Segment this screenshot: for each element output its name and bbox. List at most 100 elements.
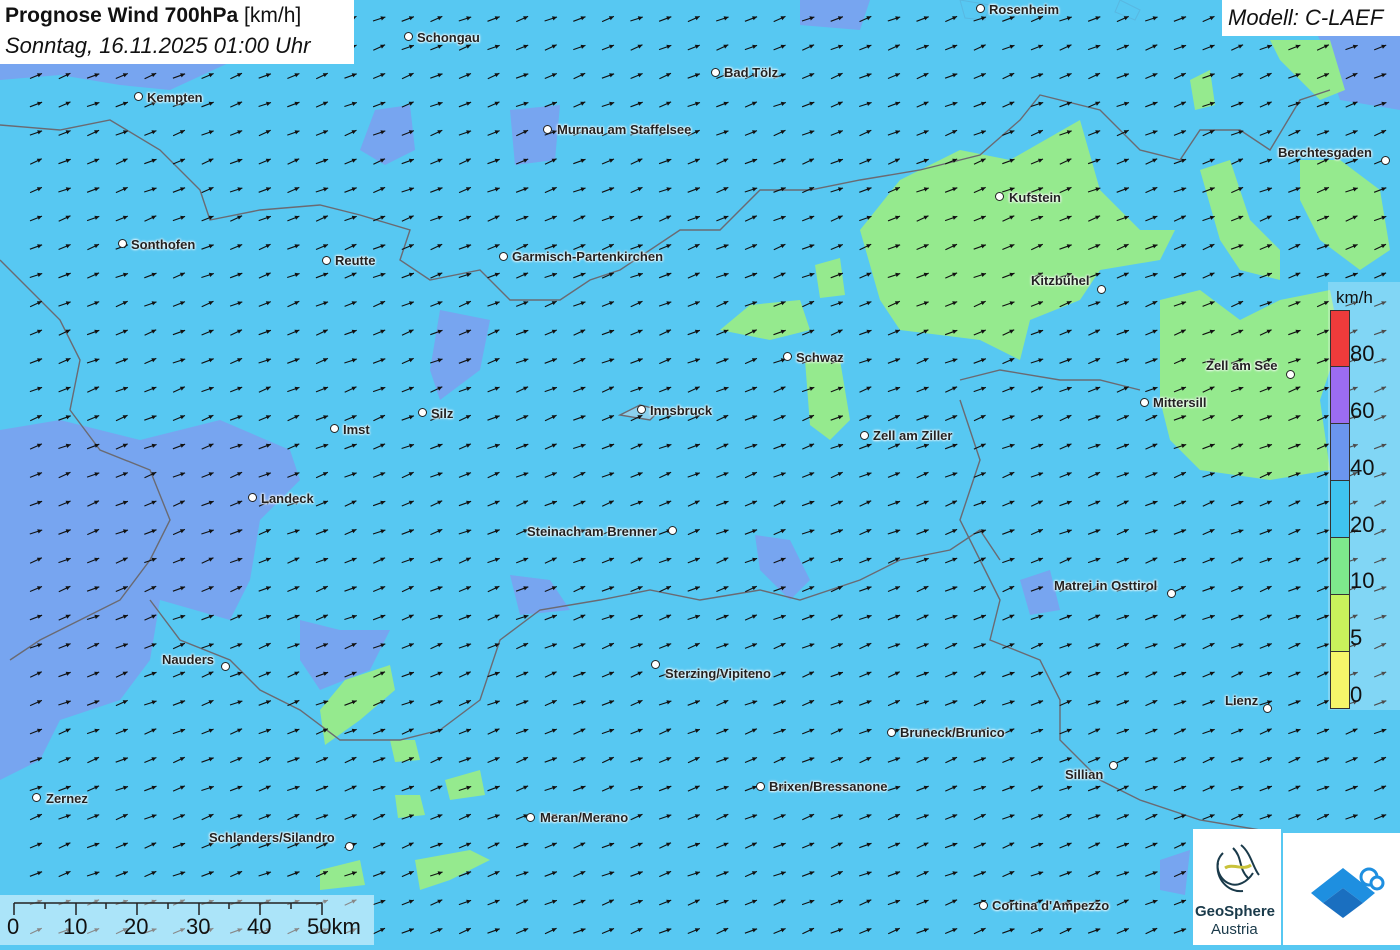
forecast-datetime: Sonntag, 16.11.2025 01:00 Uhr — [5, 33, 311, 58]
city-label: Meran/Merano — [540, 810, 629, 825]
legend-swatch — [1330, 367, 1350, 424]
geosphere-logo-icon — [1216, 844, 1260, 893]
city-label: Imst — [343, 422, 370, 437]
scale-label: 30 — [186, 914, 211, 939]
city-label: Nauders — [162, 652, 215, 667]
city-label: Steinach am Brenner — [527, 524, 658, 539]
scale-label: 0 — [7, 914, 20, 939]
geosphere-logo-line1: GeoSphere — [1195, 903, 1276, 920]
model-box: Modell: C-LAEF — [1222, 0, 1400, 36]
city-marker — [651, 660, 660, 669]
city-label: Sillian — [1065, 767, 1104, 782]
legend-swatch — [1330, 538, 1350, 595]
legend-unit: km/h — [1336, 288, 1373, 307]
city-label: Zell am Ziller — [873, 428, 953, 443]
legend-swatch — [1330, 310, 1350, 367]
scale-label: 50km — [307, 914, 361, 939]
city-marker — [783, 352, 792, 361]
wind-map[interactable]: Rosenheim Schongau Bad Tölz Kempten Murn… — [0, 0, 1400, 945]
city-marker — [979, 901, 988, 910]
map-background — [0, 0, 1400, 945]
city-marker — [1381, 156, 1390, 165]
city-marker — [32, 793, 41, 802]
city-label: Brixen/Bressanone — [769, 779, 888, 794]
city-label: Matrei in Osttirol — [1054, 578, 1158, 593]
legend-label: 10 — [1350, 568, 1375, 593]
color-legend: km/h 80 60 40 20 10 5 0 — [1328, 282, 1400, 710]
map-title-main: Prognose Wind 700hPa — [5, 4, 239, 27]
city-label: Zernez — [46, 791, 88, 806]
legend-label: 40 — [1350, 455, 1375, 480]
city-marker — [248, 493, 257, 502]
city-label: Schwaz — [796, 350, 844, 365]
geosphere-logo[interactable]: GeoSphere Austria — [1193, 829, 1281, 945]
city-label: Reutte — [335, 253, 376, 268]
city-marker — [322, 256, 331, 265]
legend-colorbar — [1330, 310, 1350, 709]
city-label: Kempten — [147, 90, 203, 105]
city-label: Garmisch-Partenkirchen — [512, 249, 664, 264]
city-marker — [134, 92, 143, 101]
city-label: Mittersill — [1153, 395, 1207, 410]
city-label: Schongau — [417, 30, 480, 45]
legend-label: 80 — [1350, 341, 1375, 366]
city-marker — [526, 813, 535, 822]
legend-swatch — [1330, 424, 1350, 481]
city-label: Bad Tölz — [724, 65, 779, 80]
city-label: Schlanders/Silandro — [209, 830, 335, 845]
city-label: Sterzing/Vipiteno — [665, 666, 771, 681]
city-label: Rosenheim — [989, 2, 1060, 17]
city-marker — [711, 68, 720, 77]
legend-swatch — [1330, 652, 1350, 709]
city-marker — [976, 4, 985, 13]
city-marker — [1097, 285, 1106, 294]
city-label: Sonthofen — [131, 237, 196, 252]
city-marker — [1286, 370, 1295, 379]
scale-label: 10 — [63, 914, 88, 939]
city-marker — [330, 424, 339, 433]
city-label: Landeck — [261, 491, 314, 506]
city-label: Kitzbühel — [1031, 273, 1090, 288]
legend-swatch — [1330, 595, 1350, 652]
city-marker — [404, 32, 413, 41]
city-marker — [1263, 704, 1272, 713]
city-marker — [543, 125, 552, 134]
scale-bar: 0 10 20 30 40 50km — [0, 895, 374, 945]
map-title-unit: [km/h] — [244, 4, 302, 27]
weather-app-logo[interactable] — [1283, 833, 1400, 945]
city-marker — [756, 782, 765, 791]
city-label: Zell am See — [1206, 358, 1278, 373]
city-marker — [637, 405, 646, 414]
legend-label: 0 — [1350, 682, 1363, 707]
city-label: Lienz — [1225, 693, 1259, 708]
city-label: Silz — [431, 406, 454, 421]
city-marker — [221, 662, 230, 671]
city-marker — [887, 728, 896, 737]
geosphere-logo-line2: Austria — [1211, 921, 1258, 938]
city-label: Bruneck/Brunico — [900, 725, 1005, 740]
city-marker — [1167, 589, 1176, 598]
scale-label: 40 — [247, 914, 272, 939]
legend-label: 20 — [1350, 512, 1375, 537]
city-marker — [668, 526, 677, 535]
city-label: Murnau am Staffelsee — [557, 122, 692, 137]
city-marker — [499, 252, 508, 261]
city-label: Berchtesgaden — [1278, 145, 1372, 160]
city-marker — [345, 842, 354, 851]
scale-label: 20 — [124, 914, 149, 939]
city-marker — [995, 192, 1004, 201]
city-marker — [418, 408, 427, 417]
weather-logo-icon — [1311, 867, 1385, 918]
map-title: Prognose Wind 700hPa [km/h] — [5, 4, 301, 28]
city-marker — [860, 431, 869, 440]
map-title-box: Prognose Wind 700hPa [km/h] Sonntag, 16.… — [0, 0, 354, 64]
city-marker — [1109, 761, 1118, 770]
city-marker — [1140, 398, 1149, 407]
legend-label: 60 — [1350, 398, 1375, 423]
city-marker — [118, 239, 127, 248]
legend-label: 5 — [1350, 625, 1363, 650]
city-label: Kufstein — [1009, 190, 1061, 205]
city-label: Cortina d'Ampezzo — [992, 898, 1110, 913]
city-label: Innsbruck — [650, 403, 713, 418]
legend-swatch — [1330, 481, 1350, 538]
